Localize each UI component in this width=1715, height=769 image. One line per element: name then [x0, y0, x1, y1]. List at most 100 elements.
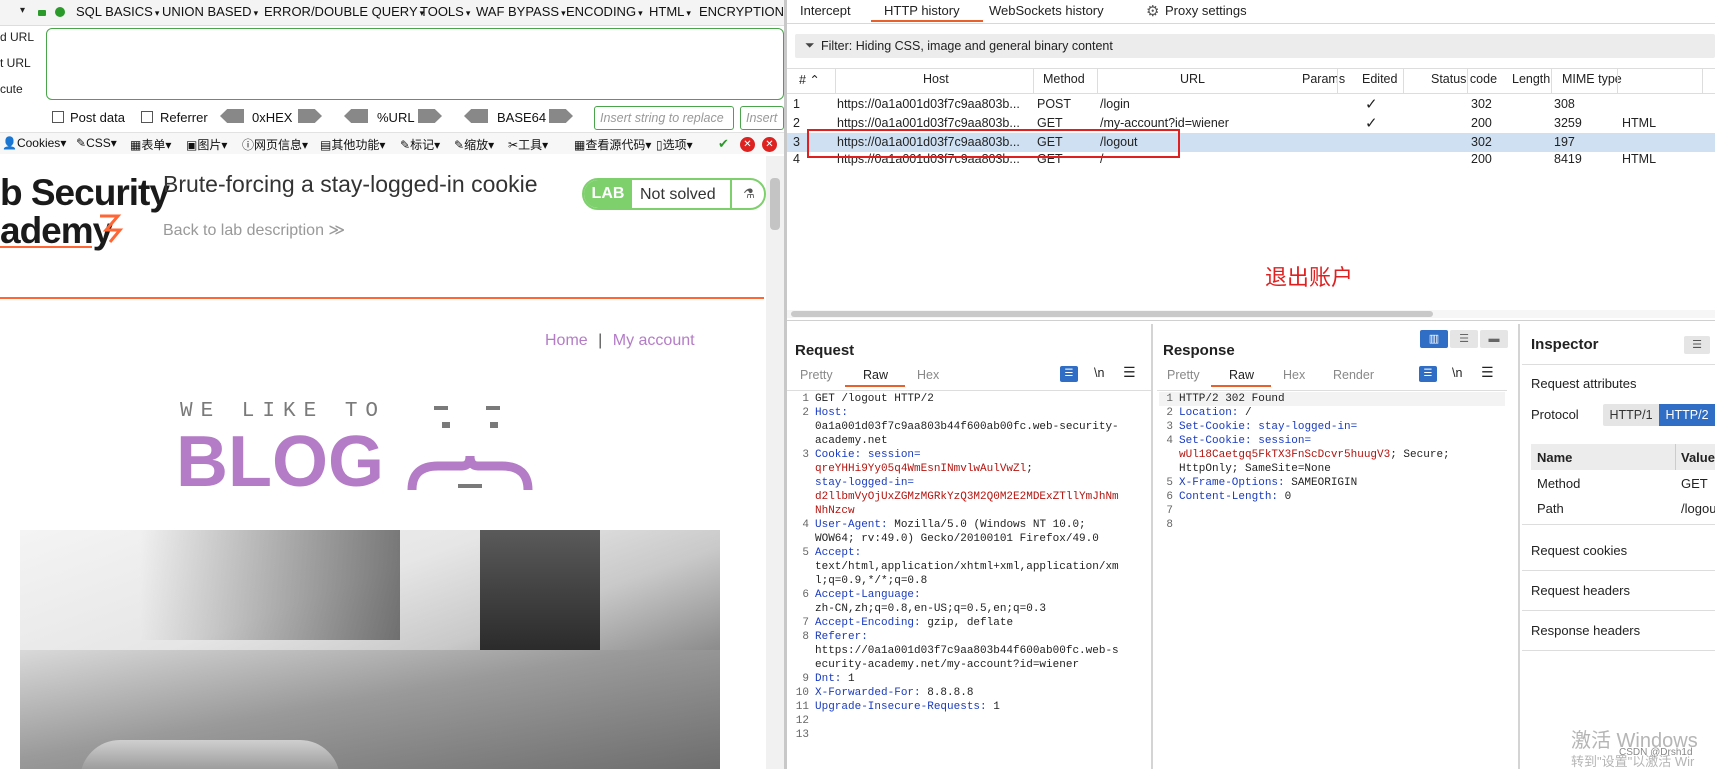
- url-encode-arrow[interactable]: [418, 109, 442, 123]
- request-menu-icon[interactable]: ☰: [1123, 364, 1136, 381]
- col-mime-type[interactable]: MIME type: [1562, 72, 1622, 86]
- request-response-divider[interactable]: [1151, 324, 1153, 769]
- toolbar-page-info[interactable]: ⓘ网页信息▾: [242, 136, 308, 153]
- replace-input-2[interactable]: Insert: [740, 106, 784, 130]
- table-row[interactable]: 1 https://0a1a001d03f7c9aa803b... POST /…: [787, 95, 1715, 114]
- col-params[interactable]: Params: [1302, 72, 1345, 86]
- hex-encode-arrow[interactable]: [298, 109, 322, 123]
- col-method[interactable]: Method: [1043, 72, 1085, 86]
- highlight-box: [807, 129, 1180, 158]
- menu-html[interactable]: HTML ▾: [649, 4, 691, 19]
- blog-tagline: WE LIKE TO: [180, 400, 387, 423]
- chevron-down-icon[interactable]: ▾: [20, 5, 25, 16]
- history-hscrollbar[interactable]: [787, 310, 1715, 318]
- blog-face-icon: [407, 406, 533, 491]
- nav-my-account-link[interactable]: My account: [613, 332, 695, 349]
- protocol-http1-button[interactable]: HTTP/1: [1603, 404, 1659, 426]
- split-icon[interactable]: [55, 7, 65, 17]
- response-headers-header[interactable]: Response headers: [1531, 623, 1640, 638]
- gear-icon[interactable]: ⚙: [1146, 2, 1159, 20]
- hscrollbar-thumb[interactable]: [791, 311, 1433, 317]
- tab-websockets-history[interactable]: WebSockets history: [989, 3, 1104, 18]
- menu-encoding[interactable]: ENCODING ▾: [566, 4, 643, 19]
- toolbar-images[interactable]: ▣图片▾: [186, 136, 227, 153]
- hex-decode-arrow[interactable]: [220, 109, 244, 123]
- col-length[interactable]: Length: [1512, 72, 1550, 86]
- logout-annotation: 退出账户: [1265, 265, 1354, 290]
- protocol-http2-button[interactable]: HTTP/2: [1659, 404, 1715, 426]
- response-show-newlines-toggle[interactable]: \n: [1452, 366, 1462, 380]
- inspector-layout-icon[interactable]: ☰: [1684, 336, 1710, 354]
- tab-http-history[interactable]: HTTP history: [884, 3, 960, 18]
- response-menu-icon[interactable]: ☰: [1481, 364, 1494, 381]
- response-tab-hex[interactable]: Hex: [1283, 368, 1305, 382]
- col-host[interactable]: Host: [923, 72, 949, 86]
- response-body[interactable]: 1 HTTP/2 302 Found 2 Location: / 3 Set-Cook…: [1159, 392, 1505, 769]
- request-tab-pretty[interactable]: Pretty: [800, 368, 833, 382]
- menu-waf-bypass[interactable]: WAF BYPASS ▾: [476, 4, 566, 19]
- load-url-label[interactable]: d URL: [0, 30, 34, 44]
- col-number[interactable]: # ⌃: [799, 72, 820, 87]
- toolbar-tools[interactable]: ✂工具▾: [508, 136, 548, 153]
- base64-encode-arrow[interactable]: [549, 109, 573, 123]
- request-tab-raw[interactable]: Raw: [863, 368, 888, 382]
- url-decode-arrow[interactable]: [344, 109, 368, 123]
- wrap-lines-icon[interactable]: ☰: [1060, 366, 1078, 382]
- toolbar-misc[interactable]: ▤其他功能▾: [320, 136, 385, 153]
- inspector-row[interactable]: Path /logou: [1531, 497, 1715, 521]
- menu-sql-basics[interactable]: SQL BASICS ▾: [76, 4, 159, 19]
- request-attributes-header[interactable]: Request attributes: [1531, 376, 1637, 391]
- browser-pane: ▾ SQL BASICS ▾ UNION BASED ▾ ERROR/DOUBLE …: [0, 0, 784, 769]
- response-inspector-divider[interactable]: [1518, 324, 1520, 769]
- url-label: %URL: [377, 110, 415, 125]
- toolbar-options[interactable]: ▯选项▾: [656, 136, 693, 153]
- error-icon[interactable]: ✕: [740, 137, 755, 152]
- tab-proxy-settings[interactable]: Proxy settings: [1165, 3, 1247, 18]
- referrer-checkbox[interactable]: [141, 111, 153, 123]
- load-icon[interactable]: [38, 10, 46, 16]
- post-data-checkbox[interactable]: [52, 111, 64, 123]
- request-headers-header[interactable]: Request headers: [1531, 583, 1630, 598]
- check-icon[interactable]: ✔: [718, 136, 729, 152]
- split-url-label[interactable]: t URL: [0, 56, 31, 70]
- response-tab-raw[interactable]: Raw: [1229, 368, 1254, 382]
- scrollbar-thumb[interactable]: [770, 178, 780, 230]
- col-edited[interactable]: Edited: [1362, 72, 1397, 86]
- filter-bar[interactable]: ⏷ Filter: Hiding CSS, image and general …: [795, 34, 1715, 58]
- execute-label[interactable]: cute: [0, 82, 23, 96]
- request-cookies-header[interactable]: Request cookies: [1531, 543, 1627, 558]
- back-to-lab-link[interactable]: Back to lab description ≫: [163, 220, 345, 240]
- col-status-code[interactable]: Status code: [1431, 72, 1497, 86]
- toolbar-cookies[interactable]: 👤Cookies▾: [2, 136, 66, 150]
- url-textarea[interactable]: [46, 28, 784, 100]
- menu-error-double-query[interactable]: ERROR/DOUBLE QUERY ▾: [264, 4, 424, 19]
- request-tab-hex[interactable]: Hex: [917, 368, 939, 382]
- inspector-row[interactable]: Method GET: [1531, 472, 1715, 496]
- lab-label: LAB: [584, 180, 632, 208]
- menu-tools[interactable]: TOOLS ▾: [420, 4, 470, 19]
- menu-encryption[interactable]: ENCRYPTION▾: [699, 4, 784, 19]
- burp-pane: Intercept HTTP history WebSockets histor…: [787, 0, 1715, 769]
- close-icon[interactable]: ✕: [762, 137, 777, 152]
- tab-intercept[interactable]: Intercept: [800, 3, 851, 18]
- request-body[interactable]: 1 GET /logout HTTP/2 2 Host: 0a1a001d03f7c…: [795, 392, 1151, 769]
- nav-home-link[interactable]: Home: [545, 332, 588, 349]
- replace-input[interactable]: Insert string to replace: [594, 106, 734, 130]
- base64-decode-arrow[interactable]: [464, 109, 488, 123]
- toolbar-css[interactable]: ✎CSS▾: [76, 136, 117, 150]
- toolbar-outline[interactable]: ✎标记▾: [400, 136, 440, 153]
- show-newlines-toggle[interactable]: \n: [1094, 366, 1104, 380]
- flask-icon: ⚗: [730, 180, 764, 208]
- toolbar-resize[interactable]: ✎缩放▾: [454, 136, 494, 153]
- response-wrap-lines-icon[interactable]: ☰: [1419, 366, 1437, 382]
- toolbar-view-source[interactable]: ▦查看源代码▾: [574, 136, 651, 153]
- response-tab-pretty[interactable]: Pretty: [1167, 368, 1200, 382]
- menu-union-based[interactable]: UNION BASED ▾: [162, 4, 258, 19]
- toolbar-forms[interactable]: ▦表单▾: [130, 136, 171, 153]
- col-url[interactable]: URL: [1180, 72, 1205, 86]
- request-title: Request: [795, 342, 855, 359]
- blog-hero-image: [20, 530, 720, 769]
- page-scrollbar[interactable]: [766, 156, 784, 769]
- blog-title: BLOG: [176, 422, 384, 502]
- response-tab-render[interactable]: Render: [1333, 368, 1374, 382]
